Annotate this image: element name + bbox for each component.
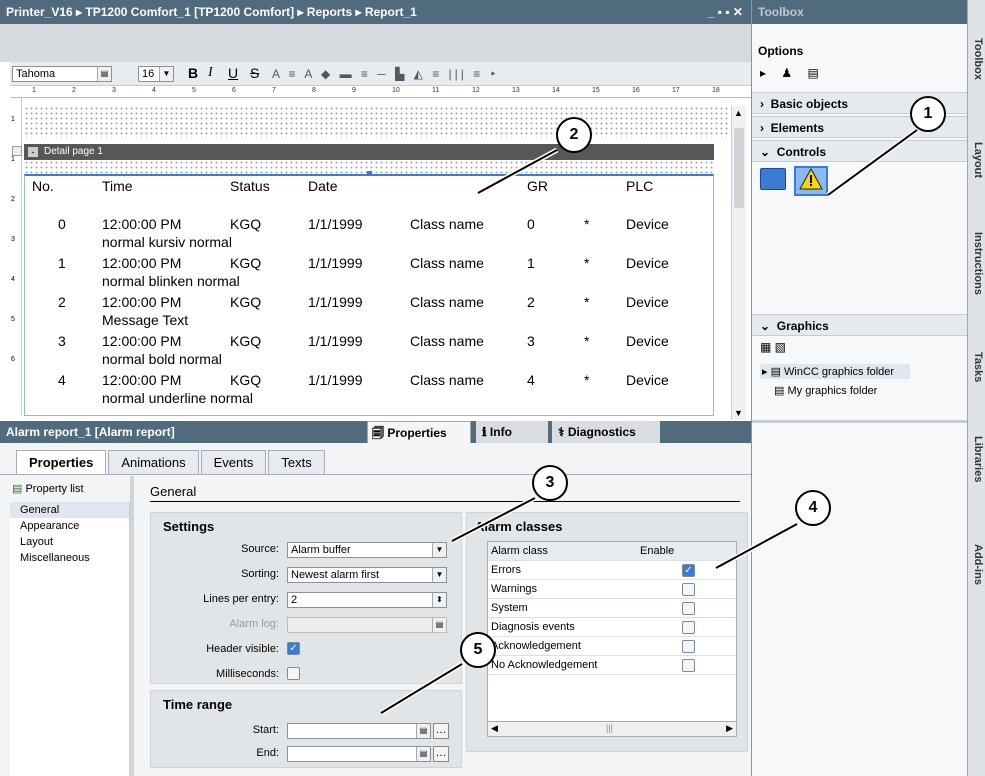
callout-2: 2 [556, 117, 592, 153]
callout-3: 3 [532, 465, 568, 501]
callout-5: 5 [460, 632, 496, 668]
callout-4: 4 [795, 490, 831, 526]
callout-1: 1 [910, 96, 946, 132]
